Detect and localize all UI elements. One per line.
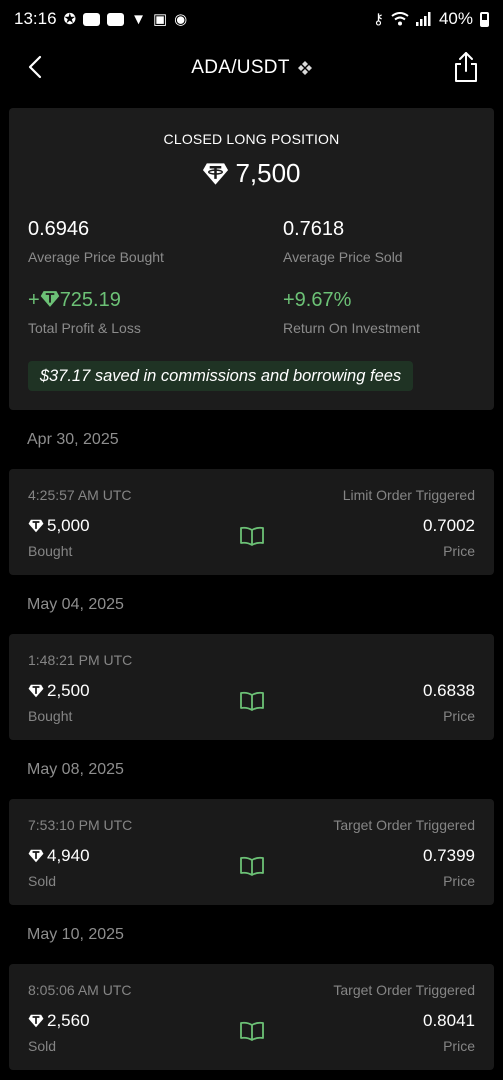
order-price: 0.7399: [423, 846, 475, 865]
page-title: ADA/USDT: [191, 57, 290, 78]
order-side: Bought: [28, 543, 73, 559]
order-price-label: Price: [443, 708, 475, 724]
avg-price-bought-label: Average Price Bought: [28, 249, 164, 265]
order-price-label: Price: [443, 543, 475, 559]
tether-green-icon: [40, 291, 59, 307]
order-price-label: Price: [443, 1038, 475, 1054]
youtube-icon-2: [107, 12, 125, 26]
key-icon: ⚷: [372, 10, 384, 28]
tether-icon: [28, 1014, 44, 1028]
position-amount: 7,500: [9, 158, 494, 189]
signal-icon: [415, 12, 431, 26]
youtube-icon: [83, 12, 101, 26]
total-pnl-label: Total Profit & Loss: [28, 320, 141, 336]
order-amount-value: 4,940: [47, 846, 90, 865]
tether-icon: [203, 162, 229, 185]
notification-app-icon: ✪: [63, 10, 77, 28]
wifi-icon: [391, 12, 409, 26]
order-card[interactable]: 7:53:10 PM UTC Target Order Triggered 4,…: [9, 799, 494, 905]
page-title-wrap: ADA/USDT: [191, 57, 312, 79]
vpn-icon: ▼: [131, 10, 146, 28]
position-summary-card: CLOSED LONG POSITION 7,500 0.6946 Averag…: [9, 108, 494, 410]
order-time: 7:53:10 PM UTC: [28, 817, 133, 833]
order-time: 1:48:21 PM UTC: [28, 652, 133, 668]
tether-icon: [28, 849, 44, 863]
roi-label: Return On Investment: [283, 320, 420, 336]
order-amount-value: 2,500: [47, 681, 90, 700]
binance-icon: [297, 61, 312, 75]
order-price: 0.8041: [423, 1011, 475, 1030]
share-button[interactable]: [451, 50, 481, 84]
order-date: May 04, 2025: [27, 596, 124, 613]
order-price: 0.7002: [423, 516, 475, 535]
order-side: Sold: [28, 873, 57, 889]
order-amount: 4,940: [28, 846, 90, 866]
order-date: Apr 30, 2025: [27, 431, 119, 448]
order-amount: 2,500: [28, 681, 90, 701]
avg-price-sold-label: Average Price Sold: [283, 249, 403, 265]
pnl-amount: 725.19: [59, 289, 121, 311]
savings-banner: $37.17 saved in commissions and borrowin…: [28, 361, 413, 391]
order-date: May 08, 2025: [27, 761, 124, 778]
order-amount-value: 2,560: [47, 1011, 90, 1030]
back-button[interactable]: [22, 52, 52, 82]
order-side: Sold: [28, 1038, 57, 1054]
tether-icon: [28, 519, 44, 533]
battery-icon: [480, 11, 489, 27]
roi: +9.67% Return On Investment: [283, 289, 420, 336]
order-status: Limit Order Triggered: [342, 487, 475, 503]
gallery-icon: ▣: [152, 10, 168, 28]
status-time: 13:16: [14, 9, 57, 28]
order-date: May 10, 2025: [27, 926, 124, 943]
book-icon[interactable]: [239, 1021, 265, 1041]
book-icon[interactable]: [239, 856, 265, 876]
tether-icon: [28, 684, 44, 698]
book-icon[interactable]: [239, 526, 265, 546]
order-amount-value: 5,000: [47, 516, 90, 535]
status-bar: 13:16 ✪ ▼ ▣ ◉ ⚷ 40%: [0, 0, 503, 38]
order-amount: 5,000: [28, 516, 90, 536]
battery-percent: 40%: [438, 9, 473, 28]
roi-value: +9.67%: [283, 289, 352, 311]
play-icon: ◉: [174, 10, 188, 28]
order-time: 8:05:06 AM UTC: [28, 982, 132, 998]
avg-price-bought: 0.6946 Average Price Bought: [28, 218, 164, 265]
position-amount-value: 7,500: [235, 158, 301, 188]
pnl-sign: +: [28, 289, 40, 311]
order-card[interactable]: 4:25:57 AM UTC Limit Order Triggered 5,0…: [9, 469, 494, 575]
order-price-label: Price: [443, 873, 475, 889]
order-status: Target Order Triggered: [333, 982, 475, 998]
book-icon[interactable]: [239, 691, 265, 711]
order-card[interactable]: 1:48:21 PM UTC 2,500 Bought 0.6838 Price: [9, 634, 494, 740]
order-amount: 2,560: [28, 1011, 90, 1031]
order-card[interactable]: 8:05:06 AM UTC Target Order Triggered 2,…: [9, 964, 494, 1070]
total-pnl: + 725.19 Total Profit & Loss: [28, 289, 141, 336]
order-time: 4:25:57 AM UTC: [28, 487, 132, 503]
order-status: Target Order Triggered: [333, 817, 475, 833]
avg-price-sold: 0.7618 Average Price Sold: [283, 218, 403, 265]
total-pnl-value: + 725.19: [28, 289, 141, 312]
avg-price-bought-value: 0.6946: [28, 218, 90, 240]
order-side: Bought: [28, 708, 73, 724]
avg-price-sold-value: 0.7618: [283, 218, 345, 240]
app-header: ADA/USDT: [0, 38, 503, 98]
position-status-label: CLOSED LONG POSITION: [163, 131, 340, 147]
order-price: 0.6838: [423, 681, 475, 700]
